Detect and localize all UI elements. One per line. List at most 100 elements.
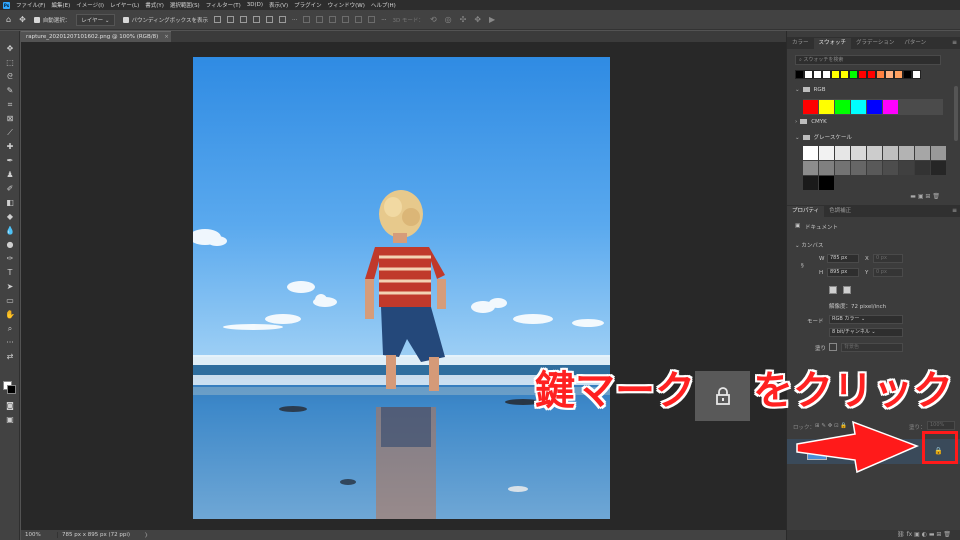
orientation-landscape-icon[interactable] xyxy=(843,286,851,294)
rgb-swatch[interactable] xyxy=(835,100,850,114)
eraser-tool-icon[interactable]: ◧ xyxy=(5,198,15,208)
menu-plugins[interactable]: プラグイン xyxy=(294,1,322,9)
zoom-tool-icon[interactable]: ⌕ xyxy=(5,324,15,334)
recent-swatch[interactable] xyxy=(912,70,921,79)
panel-menu-icon[interactable]: ≡ xyxy=(952,39,957,46)
crop-tool-icon[interactable]: ⌗ xyxy=(5,100,15,110)
menu-filter[interactable]: フィルター(T) xyxy=(206,1,241,9)
document-image[interactable] xyxy=(193,57,610,519)
menu-file[interactable]: ファイル(F) xyxy=(16,1,45,9)
screen-mode-icon[interactable]: ▣ xyxy=(5,415,15,425)
gray-swatch[interactable] xyxy=(819,146,834,160)
3d-scale-icon[interactable]: ▶ xyxy=(489,15,495,24)
align-right-icon[interactable] xyxy=(239,16,247,23)
hand-tool-icon[interactable]: ✋ xyxy=(5,310,15,320)
gray-swatch[interactable] xyxy=(915,146,930,160)
menu-window[interactable]: ウィンドウ(W) xyxy=(328,1,365,9)
gray-swatch[interactable] xyxy=(883,146,898,160)
align-hcenter-icon[interactable] xyxy=(226,16,234,23)
document-tab[interactable]: rapture_20201207101602.png @ 100% (RGB/8… xyxy=(21,31,171,42)
background-color-swatch[interactable] xyxy=(7,385,16,394)
swatch-group-rgb[interactable]: ⌄ RGB xyxy=(795,87,825,93)
align-vcenter-icon[interactable] xyxy=(265,16,273,23)
edit-toolbar-icon[interactable]: ⇄ xyxy=(5,352,15,362)
recent-swatch[interactable] xyxy=(876,70,885,79)
healing-brush-tool-icon[interactable]: ✚ xyxy=(5,142,15,152)
gray-swatch[interactable] xyxy=(803,146,818,160)
menu-help[interactable]: ヘルプ(H) xyxy=(371,1,396,9)
auto-select-dropdown[interactable]: レイヤー ⌄ xyxy=(76,13,115,26)
more-options-icon[interactable]: ··· xyxy=(292,17,297,23)
align-bottom-icon[interactable] xyxy=(278,16,286,23)
recent-swatch[interactable] xyxy=(831,70,840,79)
distribute-1-icon[interactable] xyxy=(303,16,311,23)
3d-pan-icon[interactable]: ✣ xyxy=(460,15,467,24)
gray-swatch[interactable] xyxy=(899,161,914,175)
gray-swatch[interactable] xyxy=(915,161,930,175)
recent-swatch[interactable] xyxy=(849,70,858,79)
swatch-group-grayscale[interactable]: ⌄ グレースケール xyxy=(795,133,852,141)
gray-swatch[interactable] xyxy=(851,161,866,175)
swatch-panel-actions[interactable]: ▬ ▣ ⊞ 🗑 xyxy=(910,193,940,200)
menu-select[interactable]: 選択範囲(S) xyxy=(170,1,200,9)
menu-type[interactable]: 書式(Y) xyxy=(145,1,164,9)
rgb-swatch[interactable] xyxy=(819,100,834,114)
menu-layer[interactable]: レイヤー(L) xyxy=(110,1,139,9)
zoom-level[interactable]: 100% xyxy=(21,532,57,538)
panel-menu-icon[interactable]: ≡ xyxy=(952,207,957,214)
eyedropper-tool-icon[interactable]: ⟋ xyxy=(5,128,15,138)
tab-swatches[interactable]: スウォッチ xyxy=(813,38,852,49)
tab-gradients[interactable]: グラデーション xyxy=(851,38,899,49)
swatch-group-cmyk[interactable]: › CMYK xyxy=(795,119,827,125)
gray-swatch[interactable] xyxy=(883,161,898,175)
link-icon[interactable]: § xyxy=(801,263,804,269)
recent-swatch[interactable] xyxy=(804,70,813,79)
dodge-tool-icon[interactable]: ● xyxy=(5,240,15,250)
gray-swatch[interactable] xyxy=(899,146,914,160)
clone-stamp-tool-icon[interactable]: ♟ xyxy=(5,170,15,180)
bit-depth-select[interactable]: 8 bit/チャンネル ⌄ xyxy=(829,328,903,337)
recent-swatch[interactable] xyxy=(885,70,894,79)
recent-swatch[interactable] xyxy=(894,70,903,79)
recent-swatch[interactable] xyxy=(858,70,867,79)
rgb-swatch[interactable] xyxy=(883,100,898,114)
3d-roll-icon[interactable]: ◎ xyxy=(445,15,452,24)
more-distribute-icon[interactable]: ··· xyxy=(381,17,386,23)
gray-swatch[interactable] xyxy=(803,176,818,190)
lasso-tool-icon[interactable]: ᘓ xyxy=(5,72,15,82)
menu-3d[interactable]: 3D(D) xyxy=(247,2,263,8)
align-left-icon[interactable] xyxy=(213,16,221,23)
close-tab-icon[interactable]: × xyxy=(164,34,169,40)
gray-swatch[interactable] xyxy=(931,161,946,175)
quick-select-tool-icon[interactable]: ✎ xyxy=(5,86,15,96)
3d-slide-icon[interactable]: ✥ xyxy=(474,15,481,24)
gray-swatch[interactable] xyxy=(819,176,834,190)
bounding-box-checkbox[interactable] xyxy=(122,16,129,23)
gray-swatch[interactable] xyxy=(867,146,882,160)
tab-properties[interactable]: プロパティ xyxy=(787,206,825,217)
frame-tool-icon[interactable]: ⊠ xyxy=(5,114,15,124)
gray-swatch[interactable] xyxy=(835,161,850,175)
gray-swatch[interactable] xyxy=(803,161,818,175)
gray-swatch[interactable] xyxy=(851,146,866,160)
home-icon[interactable]: ⌂ xyxy=(6,15,11,24)
swatches-scrollbar[interactable] xyxy=(954,86,958,141)
move-tool-icon[interactable]: ✥ xyxy=(5,44,15,54)
distribute-2-icon[interactable] xyxy=(316,16,324,23)
more-tools-icon[interactable]: ··· xyxy=(5,338,15,348)
y-field[interactable]: 0 px xyxy=(873,268,903,277)
menu-edit[interactable]: 編集(E) xyxy=(51,1,70,9)
recent-swatch[interactable] xyxy=(867,70,876,79)
gray-swatch[interactable] xyxy=(819,161,834,175)
tab-adjustments[interactable]: 色調補正 xyxy=(824,206,856,217)
gray-swatch[interactable] xyxy=(867,161,882,175)
swatch-search-input[interactable]: ⌕ スウォッチを検索 xyxy=(795,55,941,65)
recent-swatch[interactable] xyxy=(903,70,912,79)
move-tool-icon[interactable]: ✥ xyxy=(19,15,26,24)
align-top-icon[interactable] xyxy=(252,16,260,23)
auto-select-checkbox[interactable] xyxy=(33,16,40,23)
recent-swatch[interactable] xyxy=(840,70,849,79)
3d-orbit-icon[interactable]: ⟲ xyxy=(430,15,437,24)
history-brush-tool-icon[interactable]: ✐ xyxy=(5,184,15,194)
status-more-arrow[interactable]: 〉 xyxy=(141,531,151,539)
